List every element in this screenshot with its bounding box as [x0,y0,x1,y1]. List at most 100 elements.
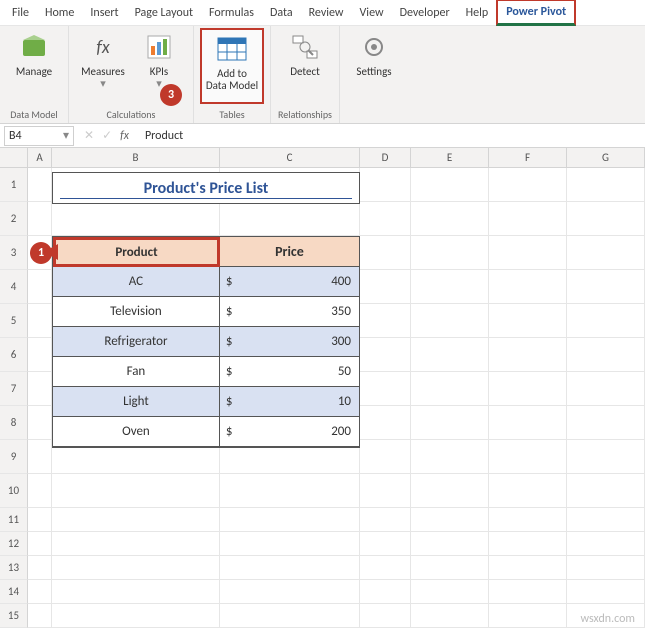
add-to-data-model-button[interactable]: Add to Data Model [200,28,264,104]
cell-currency[interactable]: $ [220,327,248,357]
worksheet[interactable]: A B C D E F G 1 2 3 4 5 [0,148,645,628]
cube-icon [19,32,49,62]
table-header: Product Price [53,237,359,267]
callout-1-pointer [44,244,58,264]
column-headers: A B C D E F G [0,148,645,168]
enter-icon[interactable]: ✓ [102,128,112,143]
cell-currency[interactable]: $ [220,387,248,417]
gear-icon [359,32,389,62]
menu-developer[interactable]: Developer [392,2,458,24]
ribbon-group-data-model: Manage Data Model [0,26,69,123]
table-row[interactable]: Television $ 350 [53,297,359,327]
ribbon-group-tables: Add to Data Model Tables [194,26,271,123]
row-header[interactable]: 15 [0,604,28,628]
menu-help[interactable]: Help [458,2,497,24]
detect-icon [290,32,320,62]
cancel-icon[interactable]: ✕ [84,128,94,143]
cell-currency[interactable]: $ [220,297,248,327]
grid-row: 13 [0,556,645,580]
row-header[interactable]: 12 [0,532,28,556]
row-header[interactable]: 14 [0,580,28,604]
cell-price[interactable]: 50 [248,357,359,387]
ribbon: Manage Data Model fx Measures ▾ KPIs ▾ C… [0,26,645,124]
row-header[interactable]: 10 [0,474,28,508]
cell-product[interactable]: AC [53,267,220,297]
row-header[interactable]: 2 [0,202,28,236]
callout-3: 3 [160,84,182,106]
header-price[interactable]: Price [220,237,359,267]
menu-power-pivot[interactable]: Power Pivot [496,0,576,26]
measures-button[interactable]: fx Measures ▾ [75,28,131,104]
table-row[interactable]: Fan $ 50 [53,357,359,387]
title-cell[interactable]: Product's Price List [52,172,360,204]
row-header[interactable]: 8 [0,406,28,440]
menu-page-layout[interactable]: Page Layout [127,2,201,24]
row-header[interactable]: 1 [0,168,28,202]
cell-price[interactable]: 350 [248,297,359,327]
ribbon-group-settings: Settings [340,26,408,123]
cell-currency[interactable]: $ [220,357,248,387]
menu-view[interactable]: View [352,2,392,24]
cell-product[interactable]: Fan [53,357,220,387]
menu-file[interactable]: File [4,2,37,24]
menu-formulas[interactable]: Formulas [201,2,262,24]
table-row[interactable]: Oven $ 200 [53,417,359,447]
cell-product[interactable]: Light [53,387,220,417]
row-header[interactable]: 3 [0,236,28,270]
menu-data[interactable]: Data [262,2,301,24]
cell-price[interactable]: 200 [248,417,359,447]
row-header[interactable]: 6 [0,338,28,372]
select-all[interactable] [0,148,28,167]
row-header[interactable]: 4 [0,270,28,304]
chevron-down-icon: ▾ [63,128,69,143]
settings-button[interactable]: Settings [346,28,402,104]
menu-review[interactable]: Review [301,2,352,24]
menu-home[interactable]: Home [37,2,82,24]
menu-insert[interactable]: Insert [82,2,126,24]
row-header[interactable]: 7 [0,372,28,406]
manage-button[interactable]: Manage [6,28,62,104]
watermark: wsxdn.com [580,612,635,626]
fx-icon: fx [88,32,118,62]
formula-bar: B4 ▾ ✕ ✓ fx Product [0,124,645,148]
grid-row: 12 [0,532,645,556]
cell-product[interactable]: Oven [53,417,220,447]
row-header[interactable]: 9 [0,440,28,474]
col-E[interactable]: E [411,148,489,167]
col-D[interactable]: D [360,148,411,167]
detect-button[interactable]: Detect [277,28,333,104]
row-header[interactable]: 13 [0,556,28,580]
ribbon-group-relationships: Detect Relationships [271,26,340,123]
data-table[interactable]: Product Price AC $ 400Television $ 350Re… [52,236,360,448]
cell-price[interactable]: 300 [248,327,359,357]
table-icon [217,34,247,64]
grid-row: 15 [0,604,645,628]
col-A[interactable]: A [28,148,52,167]
cell-product[interactable]: Refrigerator [53,327,220,357]
grid-row: 10 [0,474,645,508]
cell-currency[interactable]: $ [220,267,248,297]
chevron-down-icon: ▾ [100,78,106,90]
fx-icon[interactable]: fx [120,129,133,143]
col-F[interactable]: F [489,148,567,167]
kpi-icon [144,32,174,62]
header-product[interactable]: Product [53,237,220,267]
cell-currency[interactable]: $ [220,417,248,447]
row-header[interactable]: 11 [0,508,28,532]
table-row[interactable]: AC $ 400 [53,267,359,297]
menu-bar: File Home Insert Page Layout Formulas Da… [0,0,645,26]
cell-product[interactable]: Television [53,297,220,327]
table-row[interactable]: Light $ 10 [53,387,359,417]
cell-price[interactable]: 10 [248,387,359,417]
grid-row: 2 [0,202,645,236]
table-row[interactable]: Refrigerator $ 300 [53,327,359,357]
cell-price[interactable]: 400 [248,267,359,297]
col-C[interactable]: C [220,148,360,167]
col-B[interactable]: B [52,148,220,167]
name-box[interactable]: B4 ▾ [4,126,74,146]
ribbon-group-calculations: fx Measures ▾ KPIs ▾ Calculations [69,26,194,123]
col-G[interactable]: G [567,148,645,167]
formula-input[interactable]: Product [139,129,645,143]
grid-row: 11 [0,508,645,532]
row-header[interactable]: 5 [0,304,28,338]
